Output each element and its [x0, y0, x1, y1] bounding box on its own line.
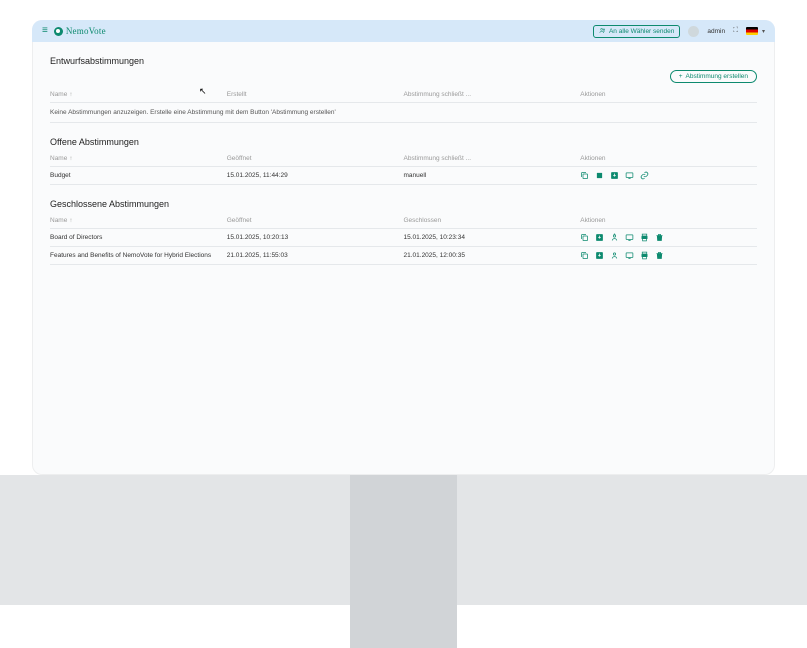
people-icon [599, 27, 606, 36]
logo-icon [54, 27, 63, 36]
cell-name: Features and Benefits of NemoVote for Hy… [50, 252, 227, 259]
admin-label[interactable]: admin [707, 28, 725, 35]
cell-opened: 15.01.2025, 10:20:13 [227, 234, 404, 241]
user-icon[interactable] [610, 251, 619, 260]
user-icon[interactable] [610, 233, 619, 242]
col-closes[interactable]: Abstimmung schließt ... [404, 91, 581, 98]
drafts-section: Entwurfsabstimmungen + Abstimmung erstel… [50, 56, 757, 123]
brand-logo[interactable]: NemoVote [54, 26, 106, 36]
sort-asc-icon: ↑ [69, 92, 72, 98]
sort-asc-icon: ↑ [69, 156, 72, 162]
sort-asc-icon: ↑ [69, 218, 72, 224]
stop-icon[interactable] [595, 171, 604, 180]
link-icon[interactable] [640, 171, 649, 180]
cell-closed: 21.01.2025, 12:00:35 [404, 252, 581, 259]
section-title-open: Offene Abstimmungen [50, 137, 757, 147]
screen-icon[interactable] [625, 233, 634, 242]
print-icon[interactable] [640, 233, 649, 242]
trash-icon[interactable] [655, 251, 664, 260]
col-closed[interactable]: Geschlossen [404, 217, 581, 224]
open-section: Offene Abstimmungen Name↑ Geöffnet Absti… [50, 137, 757, 185]
download-icon[interactable] [595, 251, 604, 260]
col-name[interactable]: Name↑ [50, 155, 227, 162]
fullscreen-icon[interactable]: ⛶ [733, 27, 738, 35]
trash-icon[interactable] [655, 233, 664, 242]
cell-closes: manuell [404, 172, 581, 179]
drafts-table-header: Name↑ Erstellt Abstimmung schließt ... A… [50, 87, 757, 103]
cell-name: Board of Directors [50, 234, 227, 241]
broadcast-button[interactable]: An alle Wähler senden [593, 25, 680, 38]
avatar[interactable] [688, 26, 699, 37]
col-actions: Aktionen [580, 217, 757, 224]
download-icon[interactable] [610, 171, 619, 180]
table-row[interactable]: Board of Directors 15.01.2025, 10:20:13 … [50, 229, 757, 247]
chevron-down-icon[interactable]: ▾ [762, 28, 765, 35]
copy-icon[interactable] [580, 233, 589, 242]
screen-icon[interactable] [625, 251, 634, 260]
col-opened[interactable]: Geöffnet [227, 217, 404, 224]
cell-opened: 21.01.2025, 11:55:03 [227, 252, 404, 259]
cell-name: Budget [50, 172, 227, 179]
col-name[interactable]: Name↑ [50, 91, 227, 98]
plus-icon: + [679, 73, 683, 80]
cell-actions [580, 251, 757, 260]
screen-icon[interactable] [625, 171, 634, 180]
menu-icon[interactable]: ≡ [42, 26, 48, 36]
open-table-header: Name↑ Geöffnet Abstimmung schließt ... A… [50, 151, 757, 167]
brand-text: NemoVote [66, 26, 106, 36]
cell-closed: 15.01.2025, 10:23:34 [404, 234, 581, 241]
app-header: ≡ NemoVote An alle Wähler senden admin ⛶… [32, 20, 775, 42]
col-created[interactable]: Erstellt [227, 91, 404, 98]
download-icon[interactable] [595, 233, 604, 242]
col-actions: Aktionen [580, 155, 757, 162]
col-actions: Aktionen [580, 91, 757, 98]
table-row[interactable]: Features and Benefits of NemoVote for Hy… [50, 247, 757, 265]
section-title-drafts: Entwurfsabstimmungen [50, 56, 757, 66]
monitor-neck [350, 475, 457, 648]
language-flag-icon[interactable] [746, 27, 758, 35]
cell-actions [580, 233, 757, 242]
col-closes[interactable]: Abstimmung schließt ... [404, 155, 581, 162]
cell-actions [580, 171, 757, 180]
create-vote-label: Abstimmung erstellen [686, 73, 749, 80]
col-name[interactable]: Name↑ [50, 217, 227, 224]
copy-icon[interactable] [580, 251, 589, 260]
copy-icon[interactable] [580, 171, 589, 180]
section-title-closed: Geschlossene Abstimmungen [50, 199, 757, 209]
broadcast-label: An alle Wähler senden [609, 28, 674, 35]
cell-opened: 15.01.2025, 11:44:29 [227, 172, 404, 179]
closed-table-header: Name↑ Geöffnet Geschlossen Aktionen [50, 213, 757, 229]
closed-section: Geschlossene Abstimmungen Name↑ Geöffnet… [50, 199, 757, 265]
print-icon[interactable] [640, 251, 649, 260]
col-opened[interactable]: Geöffnet [227, 155, 404, 162]
drafts-empty-message: Keine Abstimmungen anzuzeigen. Erstelle … [50, 103, 757, 123]
table-row[interactable]: Budget 15.01.2025, 11:44:29 manuell [50, 167, 757, 185]
create-vote-button[interactable]: + Abstimmung erstellen [670, 70, 757, 83]
